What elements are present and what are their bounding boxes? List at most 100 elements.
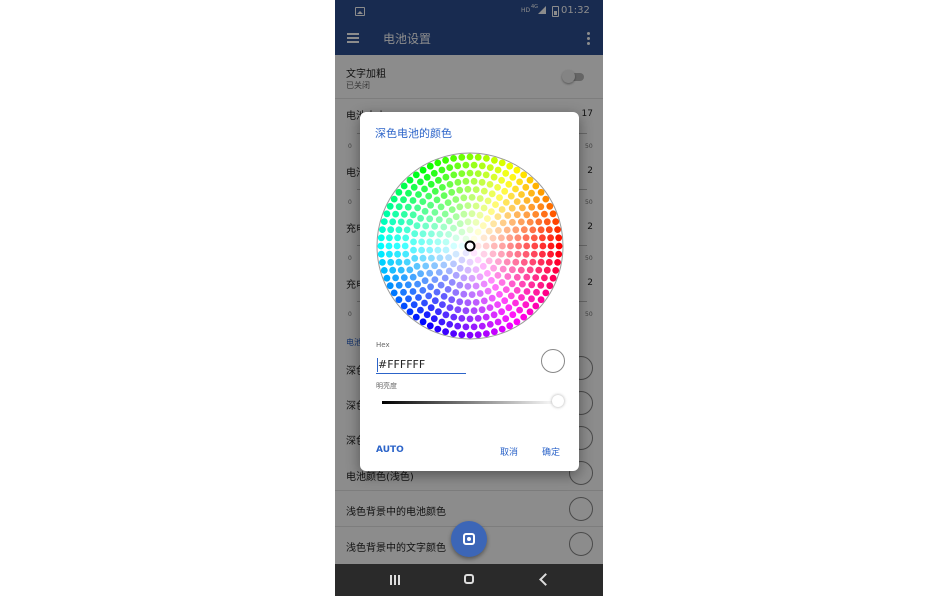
color-dot [470,177,478,185]
color-dot [513,211,521,219]
color-dot [531,242,539,250]
color-dot [512,258,520,266]
color-dot [543,218,551,226]
color-dot [523,197,531,204]
color-dot [468,194,476,201]
color-dot [415,191,422,198]
color-dot [504,212,512,219]
color-dot [450,155,457,162]
color-dot [494,318,502,326]
color-dot [426,238,434,246]
color-dot [507,242,514,250]
color-dot [393,242,401,250]
color-dot [410,301,418,309]
floating-action-button[interactable] [451,521,487,557]
color-dot [518,294,525,301]
color-dot [523,288,531,295]
color-dot [456,220,464,228]
color-dot [520,226,528,234]
color-dot [470,323,478,331]
color-dot [554,259,561,266]
ok-button[interactable]: 确定 [542,445,560,458]
color-dot [539,250,546,258]
color-dot [418,238,425,246]
color-dot [426,269,434,277]
color-dot [445,254,452,261]
color-dot [445,231,452,238]
color-dot [520,313,528,321]
hex-label: Hex [376,341,390,349]
color-dot [394,250,401,258]
color-dot [509,311,517,319]
color-dot [478,162,486,170]
color-dot [392,274,399,282]
color-wheel[interactable] [376,152,564,340]
color-selector-marker [464,240,476,252]
color-dot [537,296,545,304]
color-dot [508,204,516,212]
color-dot [549,274,557,282]
color-dot [466,226,474,234]
color-dot [509,218,516,226]
color-dot [484,215,491,222]
color-dot [422,262,430,270]
color-dot [470,161,478,169]
color-dot [518,191,525,198]
color-dot [415,294,422,301]
color-dot [435,176,442,184]
color-dot [387,226,395,234]
color-dot [460,274,468,282]
color-dot [431,222,438,230]
color-dot [419,230,427,238]
color-dot [404,281,412,289]
color-dot [434,238,442,246]
color-dot [412,171,420,179]
color-dot [532,211,540,218]
color-dot [513,287,521,294]
color-dot [503,258,511,266]
color-dot [431,209,439,216]
color-dot [480,187,488,195]
color-dot [419,287,427,294]
color-dot [458,242,466,250]
color-dot [454,162,462,170]
color-dot [444,286,452,293]
color-dot [445,267,453,275]
color-dot [452,234,460,242]
recent-apps-icon[interactable] [390,575,402,585]
auto-button[interactable]: AUTO [376,445,404,455]
color-dot [409,273,417,281]
cancel-button[interactable]: 取消 [500,445,518,458]
color-dot [520,171,528,179]
brightness-slider[interactable] [382,401,558,404]
hex-input[interactable] [376,356,466,374]
color-dot [498,308,505,316]
color-dot [523,242,531,250]
color-dot [466,315,474,323]
color-dot [474,170,482,177]
color-dot [430,315,438,323]
color-dot [395,296,403,304]
back-icon[interactable] [539,573,552,586]
color-dot [480,250,488,258]
color-dot [444,199,452,206]
color-dot [426,215,434,223]
color-dot [522,234,530,242]
color-dot [409,211,417,219]
color-dot [533,196,540,204]
color-dot [411,230,419,238]
color-dot [425,192,433,200]
color-dot [489,234,497,242]
home-icon[interactable] [464,574,474,584]
color-dot [529,258,537,266]
color-dot [450,242,458,250]
color-dot [414,204,421,212]
color-dot [417,214,424,222]
brightness-slider-thumb[interactable] [552,395,564,407]
color-dot [526,176,534,184]
color-dot [513,198,521,205]
color-dot [456,298,464,306]
color-dot [454,306,462,314]
color-dot [478,178,486,186]
color-dot [479,262,487,270]
